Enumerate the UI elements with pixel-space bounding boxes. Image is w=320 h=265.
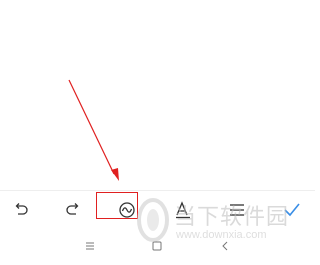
back-button[interactable]	[215, 236, 235, 256]
list-button[interactable]	[224, 197, 250, 223]
text-format-icon	[176, 201, 190, 219]
home-button[interactable]	[147, 236, 167, 256]
confirm-button[interactable]	[279, 197, 305, 223]
back-chevron-icon	[222, 241, 228, 251]
note-canvas[interactable]	[0, 0, 315, 190]
menu-button[interactable]	[80, 236, 100, 256]
text-format-button[interactable]	[170, 197, 196, 223]
home-square-icon	[152, 241, 162, 251]
doodle-squiggle-icon	[119, 202, 135, 218]
undo-icon	[15, 203, 28, 215]
doodle-button[interactable]	[114, 197, 140, 223]
menu-icon	[86, 242, 94, 250]
redo-button[interactable]	[60, 197, 86, 223]
redo-icon	[66, 203, 79, 215]
checkmark-icon	[284, 203, 300, 217]
undo-button[interactable]	[8, 197, 34, 223]
editor-toolbar	[0, 190, 315, 229]
list-icon	[230, 204, 244, 216]
system-navigation-bar	[0, 228, 315, 265]
